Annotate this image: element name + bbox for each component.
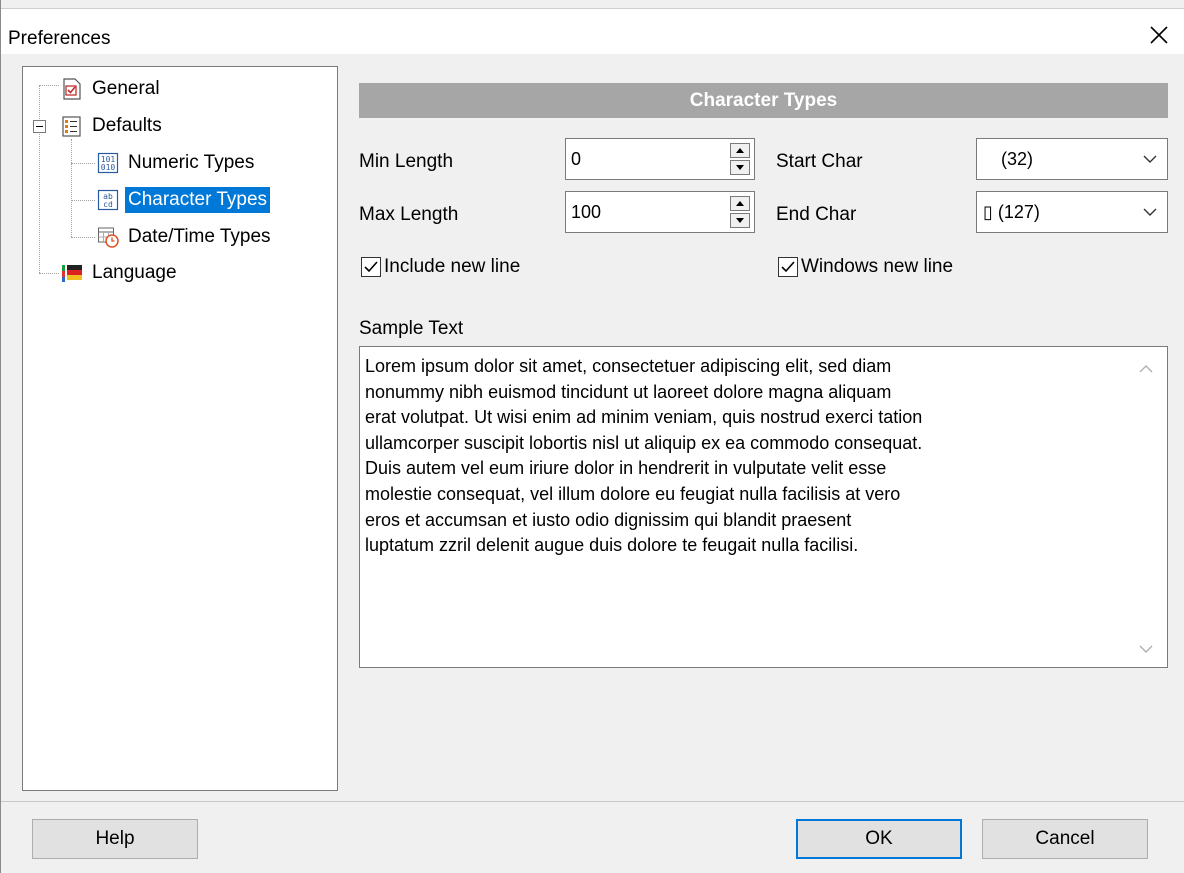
start-char-combo[interactable]: (32): [976, 138, 1168, 180]
sample-text-line: ullamcorper suscipit lobortis nisl ut al…: [365, 432, 923, 453]
sample-text-line: molestie consequat, vel illum dolore eu …: [365, 483, 901, 504]
chevron-down-icon[interactable]: [1143, 207, 1157, 217]
tree-connector: [39, 85, 59, 86]
footer-divider: [1, 801, 1184, 802]
tree-item-label: Character Types: [125, 187, 271, 213]
general-page-icon: [63, 78, 81, 100]
spin-up-icon[interactable]: [730, 196, 750, 211]
datetime-types-icon: [98, 227, 119, 248]
tree-connector: [71, 200, 95, 201]
sample-text-line: Duis autem vel eum iriure dolor in hendr…: [365, 458, 887, 479]
tree-connector: [71, 139, 72, 237]
tree-connector: [39, 273, 59, 274]
preferences-dialog: Preferences General Defaults 101 010 Num…: [0, 0, 1184, 873]
character-types-icon: ab cd: [97, 189, 119, 211]
min-length-value: 0: [571, 149, 582, 169]
checkbox-box[interactable]: [778, 257, 798, 277]
end-char-label: End Char: [776, 204, 857, 225]
scroll-down-icon[interactable]: [1139, 644, 1153, 654]
tree-item-numeric-types[interactable]: 101 010 Numeric Types: [97, 147, 257, 179]
sample-text-content[interactable]: Lorem ipsum dolor sit amet, consectetuer…: [365, 354, 1125, 559]
tree-item-label: Date/Time Types: [128, 226, 271, 247]
sample-text-line: eros et accumsan et iusto odio dignissim…: [365, 509, 852, 530]
svg-text:cd: cd: [103, 200, 113, 209]
sample-text-line: nonummy nibh euismod tincidunt ut laoree…: [365, 381, 892, 402]
tree-item-general[interactable]: General: [61, 73, 163, 105]
max-length-spinner[interactable]: 100: [565, 191, 755, 233]
checkbox-box[interactable]: [361, 257, 381, 277]
include-new-line-label: Include new line: [384, 256, 521, 277]
title-bar: Preferences: [1, 8, 1184, 54]
max-length-label: Max Length: [359, 204, 459, 225]
sample-text-line: Lorem ipsum dolor sit amet, consectetuer…: [365, 356, 892, 376]
sample-text-area[interactable]: Lorem ipsum dolor sit amet, consectetuer…: [359, 346, 1168, 668]
min-length-label: Min Length: [359, 151, 454, 172]
section-header: Character Types: [359, 83, 1168, 118]
include-new-line-checkbox[interactable]: Include new line: [361, 256, 520, 278]
help-button[interactable]: Help: [32, 819, 198, 859]
cancel-button[interactable]: Cancel: [982, 819, 1148, 859]
sample-text-label: Sample Text: [359, 318, 464, 339]
spin-down-icon[interactable]: [730, 213, 750, 228]
windows-new-line-checkbox[interactable]: Windows new line: [778, 256, 953, 278]
end-char-value: ▯ (127): [983, 202, 1040, 222]
defaults-list-icon: [62, 116, 81, 137]
tree-connector: [71, 237, 95, 238]
svg-text:010: 010: [101, 163, 116, 172]
spinner-arrows[interactable]: [730, 196, 750, 228]
ok-button[interactable]: OK: [796, 819, 962, 859]
spin-up-icon[interactable]: [730, 143, 750, 158]
spinner-arrows[interactable]: [730, 143, 750, 175]
spin-down-icon[interactable]: [730, 160, 750, 175]
tree-item-datetime-types[interactable]: Date/Time Types: [97, 221, 274, 253]
tree-connector: [39, 85, 40, 273]
tree-item-label: Numeric Types: [128, 152, 255, 173]
start-char-label: Start Char: [776, 151, 863, 172]
sample-text-line: luptatum zzril delenit augue duis dolore…: [365, 535, 859, 556]
tree-item-character-types[interactable]: ab cd Character Types: [97, 184, 271, 216]
tree-item-language[interactable]: Language: [61, 257, 180, 289]
numeric-types-icon: 101 010: [97, 152, 119, 174]
sample-text-line: erat volutpat. Ut wisi enim ad minim ven…: [365, 407, 923, 428]
chevron-down-icon[interactable]: [1143, 154, 1157, 164]
tree-item-label: Language: [92, 262, 177, 283]
start-char-value: (32): [1001, 149, 1034, 169]
tree-item-label: General: [92, 78, 160, 99]
tree-connector: [71, 163, 95, 164]
collapse-toggle-icon[interactable]: [33, 120, 46, 133]
tree-item-label: Defaults: [92, 115, 162, 136]
min-length-spinner[interactable]: 0: [565, 138, 755, 180]
windows-new-line-label: Windows new line: [801, 256, 954, 277]
max-length-value: 100: [571, 202, 602, 222]
close-icon[interactable]: [1147, 23, 1171, 47]
scroll-up-icon[interactable]: [1139, 364, 1153, 374]
preferences-tree[interactable]: General Defaults 101 010 Numeric Types a…: [22, 66, 338, 791]
tree-item-defaults[interactable]: Defaults: [61, 110, 165, 142]
check-icon: [364, 261, 378, 273]
language-flag-icon: [62, 265, 82, 282]
window-title: Preferences: [8, 28, 111, 49]
check-icon: [781, 261, 795, 273]
end-char-combo[interactable]: ▯ (127): [976, 191, 1168, 233]
